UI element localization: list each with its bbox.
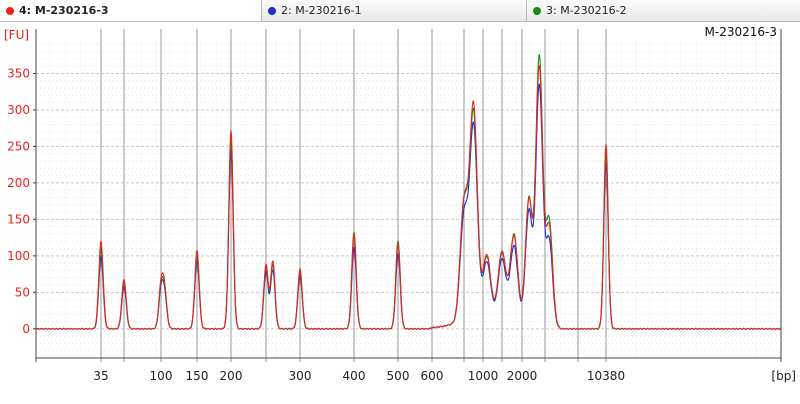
y-tick-label: 100 — [7, 249, 30, 263]
electropherogram-panel: 0 50 100 150 200 250 300 350 [FU] 35 100 150 200 300 4… — [0, 22, 800, 401]
chart-title: M-230216-3 — [705, 25, 777, 39]
y-tick-label: 300 — [7, 103, 30, 117]
x-tick-label: 100 — [150, 369, 173, 383]
tab-label: 3: M-230216-2 — [546, 4, 627, 17]
x-tick-label: 1000 — [468, 369, 499, 383]
x-tick-label: 10380 — [587, 369, 625, 383]
x-tick-label: 300 — [289, 369, 312, 383]
y-tick-label: 50 — [15, 285, 30, 299]
sample-tab-bar: 4: M-230216-3 2: M-230216-1 3: M-230216-… — [0, 0, 800, 22]
x-tick-label: 150 — [186, 369, 209, 383]
ladder-lines — [100, 29, 607, 362]
sample-color-dot-icon — [268, 6, 276, 15]
x-tick-label: 2000 — [507, 369, 538, 383]
y-tick-label: 150 — [7, 212, 30, 226]
sample-color-dot-icon — [6, 6, 14, 15]
x-tick-label: 200 — [220, 369, 243, 383]
x-tick-label: 500 — [387, 369, 410, 383]
tab-sample-4[interactable]: 4: M-230216-3 — [0, 0, 262, 21]
electropherogram-chart[interactable]: 0 50 100 150 200 250 300 350 [FU] 35 100 150 200 300 4… — [0, 22, 800, 401]
tab-label: 2: M-230216-1 — [281, 4, 362, 17]
grid-lines — [36, 37, 781, 358]
tab-sample-3[interactable]: 3: M-230216-2 — [527, 0, 800, 21]
y-tick-label: 250 — [7, 139, 30, 153]
tab-label: 4: M-230216-3 — [19, 4, 109, 17]
y-axis-label: [FU] — [4, 28, 29, 42]
x-axis-label: [bp] — [771, 369, 796, 383]
x-tick-label: 600 — [421, 369, 444, 383]
x-tick-label: 400 — [343, 369, 366, 383]
sample-color-dot-icon — [533, 6, 541, 15]
y-tick-label: 0 — [22, 322, 30, 336]
y-tick-label: 350 — [7, 66, 30, 80]
x-tick-label: 35 — [93, 369, 108, 383]
axes — [33, 29, 782, 362]
y-tick-label: 200 — [7, 176, 30, 190]
tab-sample-2[interactable]: 2: M-230216-1 — [262, 0, 527, 21]
